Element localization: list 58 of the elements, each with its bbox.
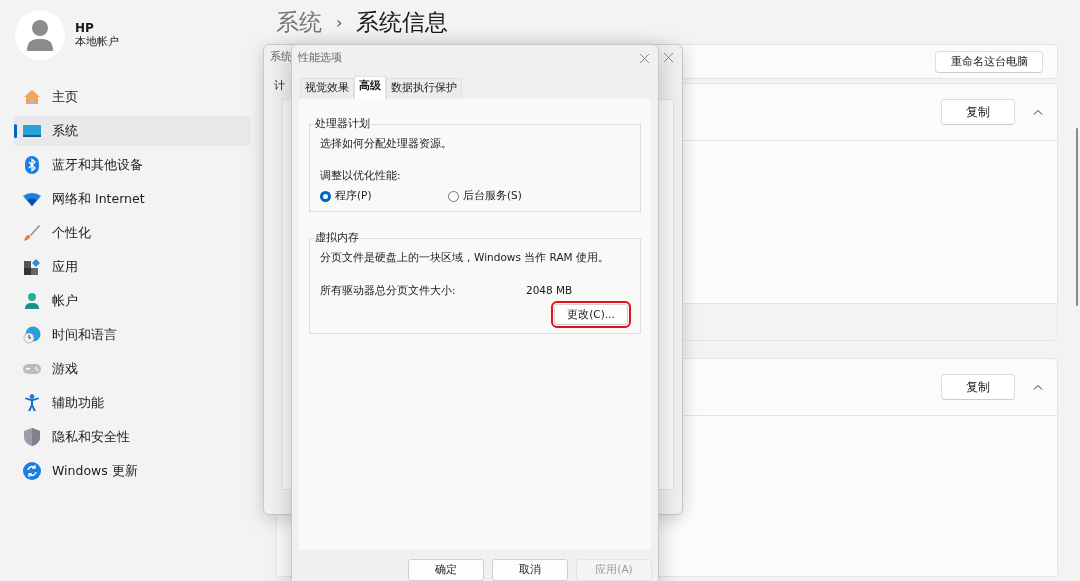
group-title: 处理器计划 — [314, 117, 371, 131]
chevron-up-icon[interactable] — [1033, 109, 1043, 115]
nav-item[interactable]: 系统 — [14, 116, 250, 146]
dialog-button[interactable]: 确定 — [408, 559, 484, 581]
nav-item[interactable]: 隐私和安全性 — [14, 422, 250, 452]
group-description: 选择如何分配处理器资源。 — [320, 137, 453, 151]
account-name: HP — [75, 21, 95, 35]
dialog-tab[interactable]: 计 — [274, 79, 285, 91]
chevron-up-icon[interactable] — [1033, 384, 1043, 390]
selection-indicator — [14, 124, 17, 138]
copy-button[interactable]: 复制 — [941, 99, 1015, 125]
nav-item[interactable]: 辅助功能 — [14, 388, 250, 418]
group-description: 分页文件是硬盘上的一块区域，Windows 当作 RAM 使用。 — [320, 251, 610, 265]
paintbrush-icon — [23, 224, 41, 242]
nav-item[interactable]: 主页 — [14, 82, 250, 112]
field-label: 调整以优化性能: — [320, 169, 402, 183]
bluetooth-icon — [25, 156, 39, 174]
close-icon[interactable] — [663, 51, 674, 63]
rename-button[interactable]: 重命名这台电脑 — [935, 50, 1043, 73]
dialog-button[interactable]: 取消 — [492, 559, 568, 581]
nav-item[interactable]: 个性化 — [14, 218, 250, 248]
radio-option[interactable]: 后台服务(S) — [448, 189, 576, 203]
radio-button[interactable] — [448, 190, 459, 202]
field-label: 所有驱动器总分页文件大小: — [320, 284, 457, 298]
dialog-tab[interactable]: 高级 — [354, 76, 386, 99]
globe-clock-icon — [23, 326, 41, 344]
page-title: 系统信息 — [356, 8, 449, 37]
nav-item[interactable]: 网络和 Internet — [14, 184, 250, 214]
copy-button[interactable]: 复制 — [941, 374, 1015, 400]
change-button[interactable]: 更改(C)... — [554, 304, 628, 325]
person-icon — [23, 292, 41, 310]
dialog-tab[interactable]: 视觉效果 — [300, 78, 354, 98]
dialog-tab[interactable]: 数据执行保护 — [386, 78, 462, 98]
wifi-icon — [23, 192, 41, 206]
monitor-icon — [23, 124, 41, 138]
scrollbar-thumb[interactable] — [1076, 128, 1078, 306]
radio-button[interactable] — [320, 190, 331, 202]
radio-option[interactable]: 程序(P) — [320, 189, 448, 203]
breadcrumb-separator: › — [336, 13, 343, 32]
nav-item[interactable]: 蓝牙和其他设备 — [14, 150, 250, 180]
apps-icon — [23, 258, 41, 276]
refresh-icon — [23, 462, 41, 480]
accessibility-icon — [24, 394, 40, 412]
nav-item[interactable]: Windows 更新 — [14, 456, 250, 486]
field-value: 2048 MB — [526, 284, 573, 298]
dialog-title: 性能选项 — [298, 51, 342, 65]
nav-item[interactable]: 时间和语言 — [14, 320, 250, 350]
nav-item[interactable]: 应用 — [14, 252, 250, 282]
house-icon — [23, 88, 41, 106]
gamepad-icon — [23, 363, 41, 375]
avatar — [15, 10, 65, 60]
account-type: 本地帐户 — [75, 35, 119, 49]
breadcrumb-link[interactable]: 系统 — [276, 7, 322, 38]
shield-icon — [24, 428, 40, 446]
group-title: 虚拟内存 — [314, 231, 360, 245]
nav-item[interactable]: 帐户 — [14, 286, 250, 316]
nav-item[interactable]: 游戏 — [14, 354, 250, 384]
close-icon[interactable] — [639, 52, 650, 64]
